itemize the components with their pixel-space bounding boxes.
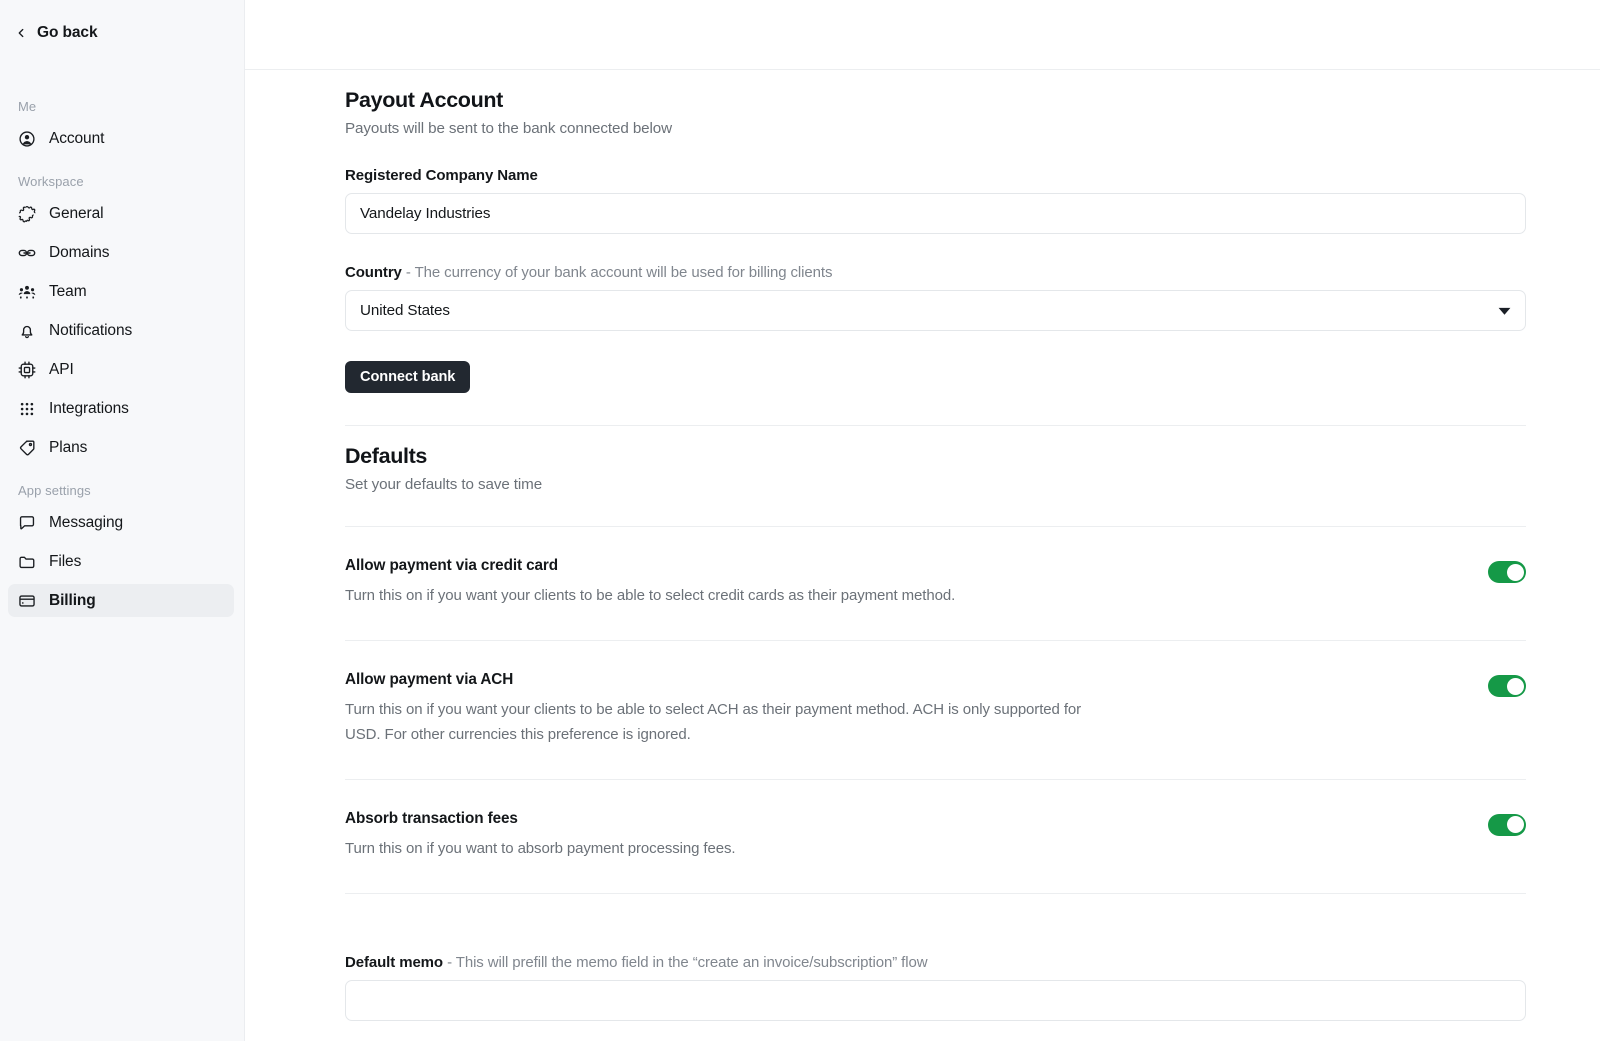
credit-card-icon [17,591,36,610]
link-icon [17,243,36,262]
toggle-credit-card[interactable] [1488,561,1526,583]
sidebar-section-label-app-settings: App settings [18,483,91,498]
toggle-row-ach: Allow payment via ACH Turn this on if yo… [345,641,1526,779]
user-circle-icon [17,129,36,148]
sidebar-item-account[interactable]: Account [8,122,234,155]
sidebar-item-label: Domains [49,243,110,261]
toggle-knob [1506,816,1524,834]
sidebar-item-label: Account [49,129,105,147]
go-back-label: Go back [37,24,98,41]
grid-dots-icon [17,399,36,418]
settings-scroll-area: Payout Account Payouts will be sent to t… [245,88,1600,1022]
chat-bubble-icon [17,513,36,532]
sidebar-item-label: API [49,360,74,378]
main-content: Payout Account Payouts will be sent to t… [245,0,1600,1041]
sidebar-item-domains[interactable]: Domains [8,236,234,269]
toggle-row-credit-card: Allow payment via credit card Turn this … [345,527,1526,640]
sidebar-item-messaging[interactable]: Messaging [8,506,234,539]
sidebar-item-label: Team [49,282,87,300]
chevron-left-icon [14,26,28,40]
sidebar-item-label: General [49,204,104,222]
payout-account-title: Payout Account [345,88,503,112]
sidebar-item-label: Files [49,552,82,570]
sidebar-item-api[interactable]: API [8,353,234,386]
default-memo-label: Default memo - This will prefill the mem… [345,954,1526,971]
country-label-hint: - The currency of your bank account will… [405,264,833,281]
main-topbar [245,0,1600,70]
toggle-title: Absorb transaction fees [345,809,518,827]
sidebar-item-billing[interactable]: Billing [8,584,234,617]
country-select-value: United States [360,302,450,319]
default-memo-label-hint: - This will prefill the memo field in th… [447,954,928,972]
people-icon [17,282,36,301]
default-memo-block: Default memo - This will prefill the mem… [345,894,1526,1022]
sidebar-item-general[interactable]: General [8,197,234,230]
toggle-description: Turn this on if you want your clients to… [345,701,1082,743]
settings-inner: Payout Account Payouts will be sent to t… [345,88,1526,1022]
toggle-text: Allow payment via ACH Turn this on if yo… [345,671,1115,747]
country-label: Country - The currency of your bank acco… [345,264,1526,281]
default-memo-label-strong: Default memo [345,954,443,972]
toggle-title: Allow payment via ACH [345,671,514,689]
sidebar-item-label: Plans [49,438,88,456]
sidebar-item-label: Messaging [49,513,124,531]
default-memo-input[interactable] [345,980,1526,1022]
sidebar-item-plans[interactable]: Plans [8,431,234,464]
toggle-text: Allow payment via credit card Turn this … [345,557,955,608]
bell-icon [17,321,36,340]
sidebar-item-files[interactable]: Files [8,545,234,578]
toggle-ach[interactable] [1488,675,1526,698]
sidebar-item-label: Integrations [49,399,129,417]
sidebar-section-label-workspace: Workspace [18,174,84,189]
toggle-description: Turn this on if you want to absorb payme… [345,839,736,857]
toggle-knob [1506,563,1524,581]
sidebar-item-label: Notifications [49,321,133,339]
defaults-subtitle: Set your defaults to save time [345,476,543,493]
country-select-wrap: United States [345,290,1526,331]
sidebar-section-label-me: Me [18,99,37,114]
sidebar-item-label: Billing [49,591,96,609]
toggle-absorb-fees[interactable] [1488,813,1526,836]
tag-icon [17,438,36,457]
toggle-description: Turn this on if you want your clients to… [345,587,956,604]
country-select[interactable]: United States [345,290,1526,331]
chip-icon [17,360,36,379]
defaults-title: Defaults [345,444,428,468]
connect-bank-button[interactable]: Connect bank [345,361,471,393]
payout-account-subtitle: Payouts will be sent to the bank connect… [345,120,673,137]
divider [345,425,1526,426]
country-label-strong: Country [345,264,402,281]
toggle-knob [1506,677,1524,695]
sidebar-item-integrations[interactable]: Integrations [8,392,234,425]
toggle-title: Allow payment via credit card [345,557,559,574]
toggle-text: Absorb transaction fees Turn this on if … [345,809,736,861]
toggle-row-absorb-fees: Absorb transaction fees Turn this on if … [345,780,1526,893]
sidebar: Go back Me Account Workspace General Dom… [0,0,245,1041]
puzzle-piece-icon [17,204,36,223]
app-root: Go back Me Account Workspace General Dom… [0,0,1600,1041]
folder-icon [17,552,36,571]
registered-company-name-input[interactable] [345,193,1526,234]
sidebar-item-notifications[interactable]: Notifications [8,314,234,347]
sidebar-item-team[interactable]: Team [8,275,234,308]
registered-company-name-label: Registered Company Name [345,167,538,184]
go-back-button[interactable]: Go back [0,17,244,49]
